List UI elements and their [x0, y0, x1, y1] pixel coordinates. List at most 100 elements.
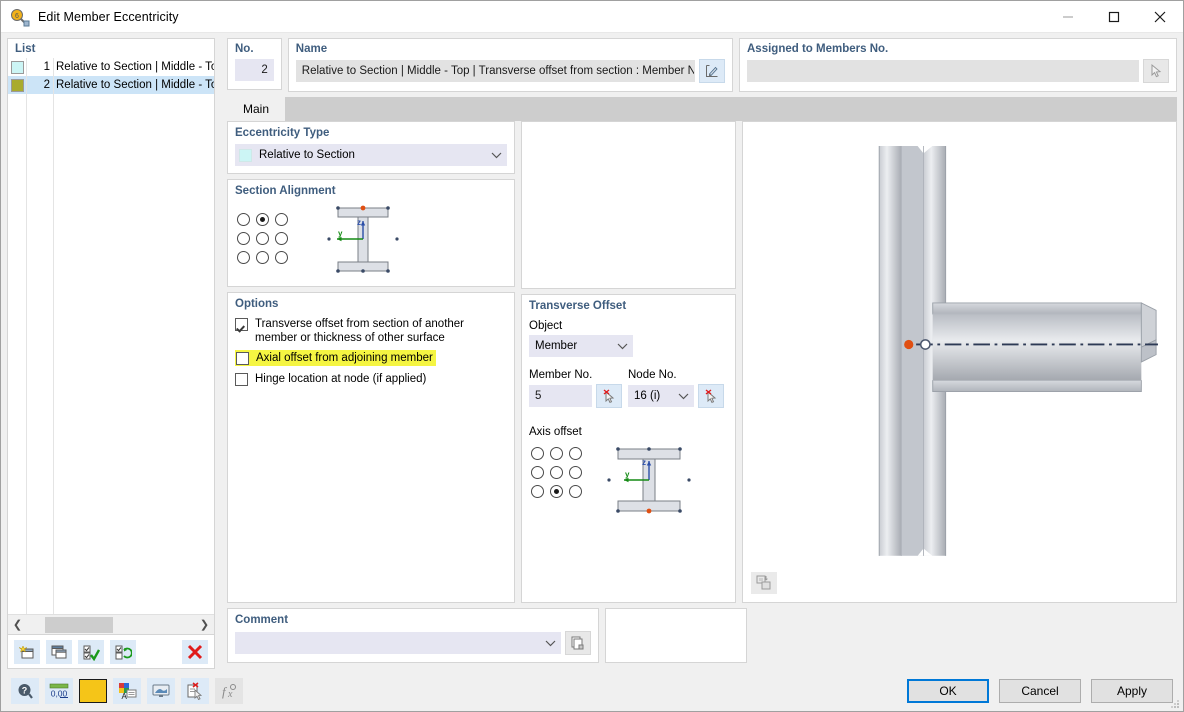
chevron-down-icon[interactable] — [676, 392, 690, 400]
axis-radio-1-0[interactable] — [531, 466, 544, 479]
object-select[interactable]: Member — [529, 335, 633, 357]
options-panel: Options Transverse offset from section o… — [227, 292, 515, 603]
list-item[interactable]: 2 Relative to Section | Middle - To — [8, 76, 214, 94]
color-swatch-icon[interactable] — [79, 678, 107, 703]
eccentricity-type-panel: Eccentricity Type Relative to Section — [227, 121, 515, 174]
chevron-left-icon[interactable]: ❮ — [8, 616, 27, 634]
align-radio-1-1[interactable] — [256, 232, 269, 245]
font-color-icon[interactable]: A — [113, 677, 141, 704]
window-controls — [1045, 1, 1183, 33]
checkbox[interactable] — [236, 351, 249, 365]
number-input[interactable]: 2 — [235, 59, 274, 81]
clear-pick-icon[interactable] — [181, 677, 209, 704]
axis-radio-2-0[interactable] — [531, 485, 544, 498]
align-radio-0-0[interactable] — [237, 213, 250, 226]
axis-radio-0-0[interactable] — [531, 447, 544, 460]
object-label: Object — [529, 320, 563, 332]
edit-member-eccentricity-window: 6 Edit Member Eccentricity List 1 Relati… — [0, 0, 1184, 712]
refresh-selection-button[interactable] — [110, 639, 136, 664]
transverse-offset-panel: Transverse Offset Object Member Member N… — [521, 294, 736, 603]
copy-eccentricity-button[interactable] — [46, 639, 72, 664]
option-axial-offset[interactable]: Axial offset from adjoining member — [235, 350, 507, 366]
list-group: List 1 Relative to Section | Middle - To… — [7, 38, 215, 635]
comment-panel: Comment — [227, 608, 599, 663]
axis-radio-2-2[interactable] — [569, 485, 582, 498]
axis-radio-1-2[interactable] — [569, 466, 582, 479]
resize-grip[interactable] — [1170, 698, 1180, 708]
option-transverse-offset[interactable]: Transverse offset from section of anothe… — [235, 317, 507, 345]
footer-actions: OK Cancel Apply — [907, 678, 1173, 703]
axis-radio-1-1[interactable] — [550, 466, 563, 479]
options-title: Options — [235, 298, 279, 310]
view-layers-icon[interactable] — [751, 572, 777, 594]
tab-main[interactable]: Main — [227, 97, 286, 121]
eccentricity-type-color-swatch — [239, 148, 252, 162]
scrollbar-thumb[interactable] — [45, 616, 113, 633]
copy-pages-icon[interactable] — [565, 631, 591, 655]
scrollbar-track[interactable] — [27, 616, 195, 634]
decimal-0-00-icon[interactable]: 0,00 — [45, 677, 73, 704]
display-monitor-icon[interactable] — [147, 677, 175, 704]
checkbox[interactable] — [235, 318, 248, 331]
list-item-label: Relative to Section | Middle - To — [56, 79, 214, 91]
list-item[interactable]: 1 Relative to Section | Middle - To — [8, 58, 214, 76]
assigned-members-input[interactable] — [747, 60, 1139, 82]
chevron-down-icon[interactable] — [615, 342, 629, 350]
svg-text:?: ? — [22, 685, 28, 695]
node-no-select[interactable]: 16 (i) — [628, 385, 694, 407]
chevron-right-icon[interactable]: ❯ — [195, 616, 214, 634]
eccentricity-type-value: Relative to Section — [259, 149, 355, 161]
edit-pencil-icon[interactable] — [699, 59, 725, 83]
help-question-icon[interactable]: ? — [11, 677, 39, 704]
checkbox[interactable] — [235, 373, 248, 386]
svg-text:z: z — [357, 218, 361, 227]
align-radio-1-0[interactable] — [237, 232, 250, 245]
list-item-color-swatch — [11, 60, 24, 74]
ok-button[interactable]: OK — [907, 678, 989, 703]
fx-formula-icon[interactable]: f x — [215, 677, 243, 704]
new-eccentricity-button[interactable] — [14, 639, 40, 664]
align-radio-0-2[interactable] — [275, 213, 288, 226]
maximize-button[interactable] — [1091, 1, 1137, 33]
node-no-value: 16 (i) — [634, 390, 661, 402]
preview-column — [742, 121, 1177, 603]
select-all-button[interactable] — [78, 639, 104, 664]
comment-title: Comment — [235, 614, 289, 626]
axis-offset-radio-grid — [529, 445, 586, 502]
chevron-down-icon[interactable] — [489, 151, 503, 159]
svg-text:z: z — [642, 458, 646, 467]
title-bar: 6 Edit Member Eccentricity — [1, 1, 1183, 33]
pick-cursor-icon[interactable] — [596, 384, 622, 408]
cancel-button[interactable]: Cancel — [999, 678, 1081, 703]
eccentricity-type-select[interactable]: Relative to Section — [235, 144, 507, 166]
option-hinge-location[interactable]: Hinge location at node (if applied) — [235, 372, 507, 386]
pick-cursor-icon[interactable] — [1143, 59, 1169, 83]
eccentricity-list-panel: List 1 Relative to Section | Middle - To… — [1, 33, 221, 669]
delete-eccentricity-button[interactable] — [182, 639, 208, 664]
pick-cursor-icon[interactable] — [698, 384, 724, 408]
list-horizontal-scrollbar[interactable]: ❮ ❯ — [8, 614, 214, 634]
align-radio-2-0[interactable] — [237, 251, 250, 264]
chevron-down-icon[interactable] — [543, 639, 557, 647]
svg-text:y: y — [338, 229, 343, 238]
axis-radio-0-2[interactable] — [569, 447, 582, 460]
comment-select[interactable] — [235, 632, 561, 654]
align-radio-2-1[interactable] — [256, 251, 269, 264]
eccentricity-app-icon: 6 — [9, 6, 31, 28]
name-input[interactable]: Relative to Section | Middle - Top | Tra… — [295, 60, 695, 82]
align-radio-1-2[interactable] — [275, 232, 288, 245]
align-radio-0-1[interactable] — [256, 213, 269, 226]
axis-radio-0-1[interactable] — [550, 447, 563, 460]
axis-radio-2-1[interactable] — [550, 485, 563, 498]
member-no-input[interactable]: 5 — [529, 385, 592, 407]
member-eccentricity-3d-preview[interactable] — [742, 121, 1177, 603]
middle-top-spacer-panel — [521, 121, 736, 289]
align-radio-2-2[interactable] — [275, 251, 288, 264]
close-button[interactable] — [1137, 1, 1183, 33]
section-alignment-panel: Section Alignment z y — [227, 179, 515, 287]
list-toolbar — [7, 635, 215, 669]
number-field-group: No. 2 — [227, 38, 282, 90]
apply-button[interactable]: Apply — [1091, 678, 1173, 703]
minimize-button[interactable] — [1045, 1, 1091, 33]
